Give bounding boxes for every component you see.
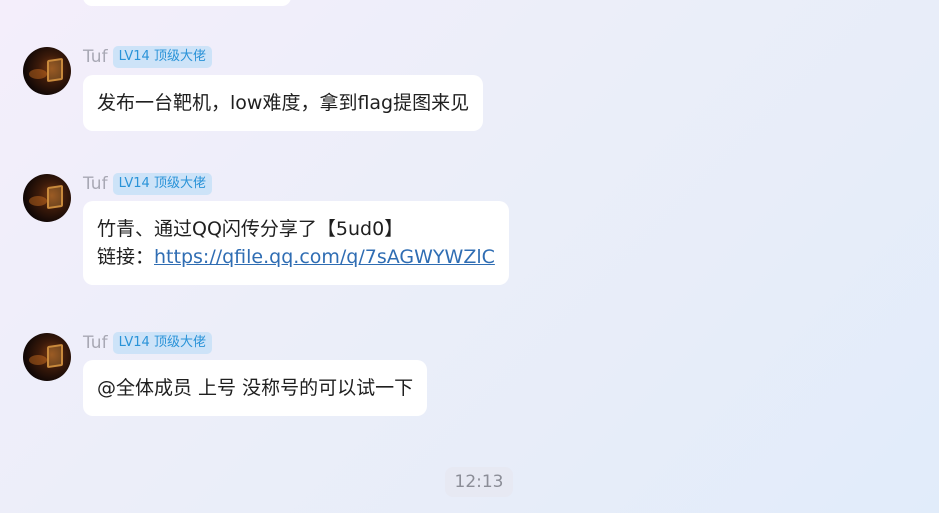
sender-row: Tuf LV14 顶级大佬 bbox=[83, 331, 212, 355]
sender-name[interactable]: Tuf bbox=[83, 174, 108, 194]
link-prefix: 链接： bbox=[97, 246, 155, 268]
message-bubble[interactable]: @全体成员 上号 没称号的可以试一下 bbox=[83, 360, 428, 416]
message-bubble[interactable]: 竹青、通过QQ闪传分享了【5ud0】 链接：https://qfile.qq.c… bbox=[83, 201, 509, 285]
timestamp-divider: 12:13 bbox=[445, 467, 513, 497]
message-text: @全体成员 上号 没称号的可以试一下 bbox=[97, 377, 414, 399]
link-line: 链接：https://qfile.qq.com/q/7sAGWYWZlC bbox=[97, 243, 495, 271]
message-bubble[interactable]: 发布一台靶机，low难度，拿到flag提图来见 bbox=[83, 75, 484, 131]
sender-name[interactable]: Tuf bbox=[83, 47, 108, 67]
previous-message-bubble bbox=[83, 0, 291, 6]
level-badge: LV14 顶级大佬 bbox=[112, 46, 212, 68]
sender-row: Tuf LV14 顶级大佬 bbox=[83, 172, 212, 196]
share-text: 竹青、通过QQ闪传分享了【5ud0】 bbox=[97, 218, 404, 240]
avatar[interactable] bbox=[23, 174, 71, 222]
avatar[interactable] bbox=[23, 333, 71, 381]
level-badge: LV14 顶级大佬 bbox=[112, 332, 212, 354]
message-text: 发布一台靶机，low难度，拿到flag提图来见 bbox=[97, 92, 470, 114]
sender-name[interactable]: Tuf bbox=[83, 333, 108, 353]
share-link[interactable]: https://qfile.qq.com/q/7sAGWYWZlC bbox=[154, 246, 495, 268]
sender-row: Tuf LV14 顶级大佬 bbox=[83, 45, 212, 69]
level-badge: LV14 顶级大佬 bbox=[112, 173, 212, 195]
avatar[interactable] bbox=[23, 47, 71, 95]
